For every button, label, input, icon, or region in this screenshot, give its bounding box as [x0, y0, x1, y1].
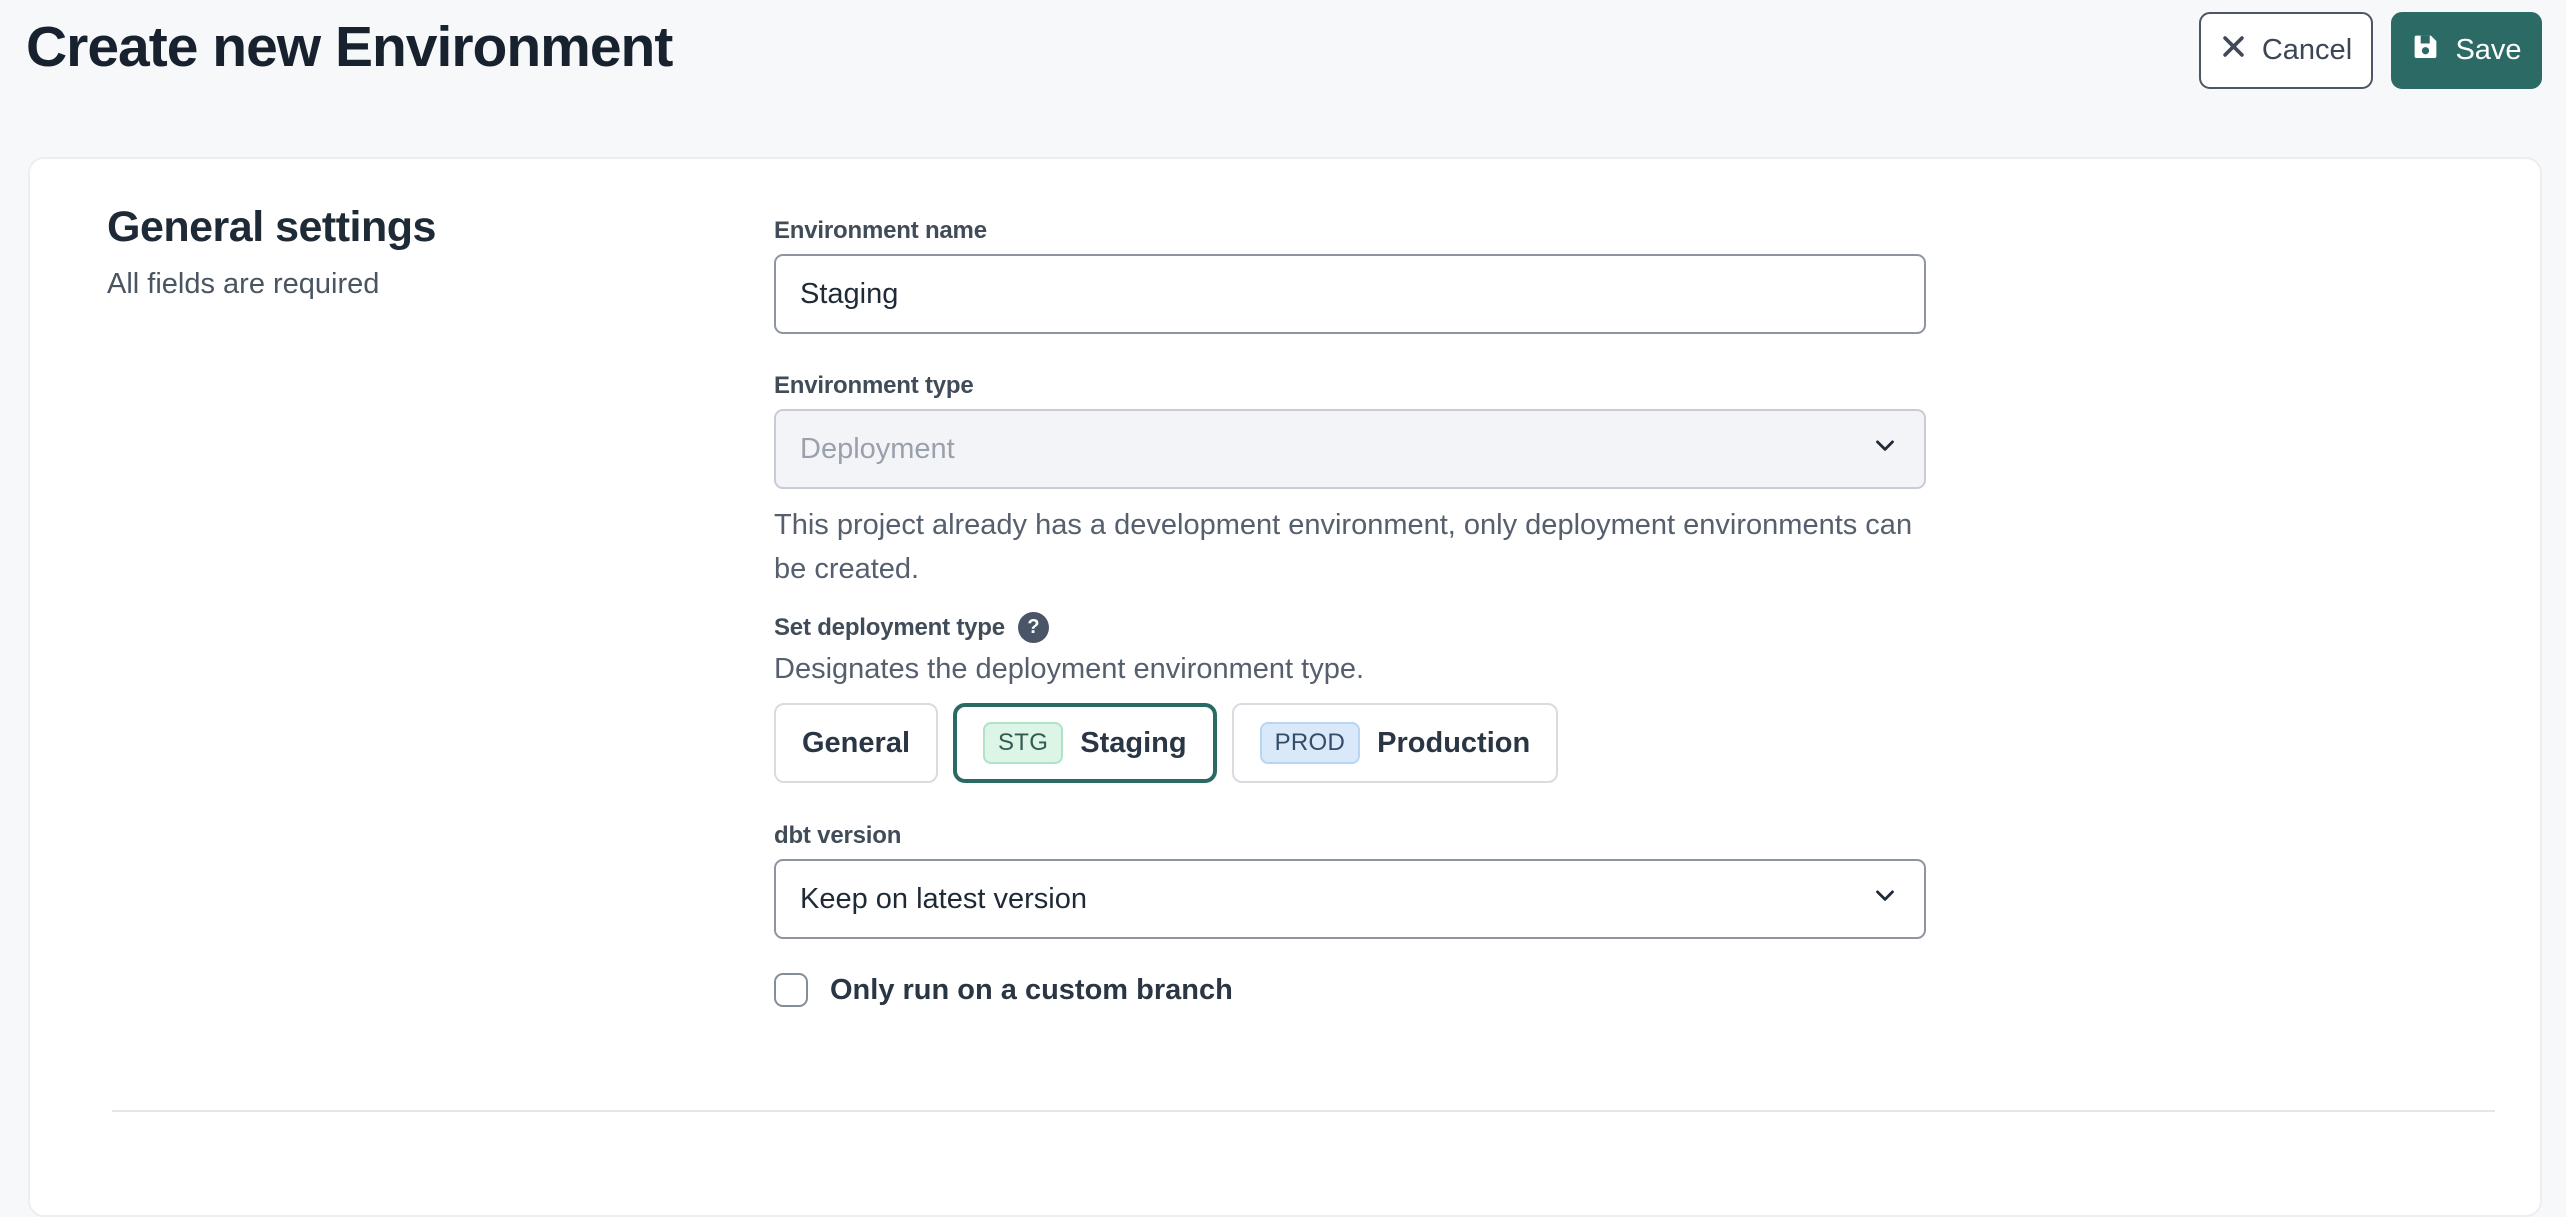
form-column: Environment name Environment type Deploy… — [774, 217, 1926, 1007]
section-divider — [112, 1110, 2495, 1112]
dbt-version-value: Keep on latest version — [800, 883, 1087, 916]
cancel-button[interactable]: Cancel — [2199, 12, 2373, 89]
header-actions: Cancel Save — [2199, 12, 2542, 89]
deployment-type-option-general-label: General — [802, 727, 910, 760]
save-icon — [2411, 32, 2440, 69]
deployment-type-label: Set deployment type — [774, 614, 1005, 642]
deployment-type-option-staging[interactable]: STG Staging — [953, 703, 1217, 783]
page-title: Create new Environment — [26, 14, 672, 80]
section-subtitle: All fields are required — [107, 268, 727, 301]
custom-branch-label: Only run on a custom branch — [830, 974, 1233, 1007]
chevron-down-icon — [1870, 880, 1900, 918]
save-button-label: Save — [2455, 34, 2521, 67]
deployment-type-option-staging-label: Staging — [1080, 727, 1186, 760]
custom-branch-checkbox[interactable] — [774, 973, 808, 1007]
custom-branch-row: Only run on a custom branch — [774, 973, 1926, 1007]
deployment-type-description: Designates the deployment environment ty… — [774, 653, 1926, 686]
chevron-down-icon — [1870, 430, 1900, 468]
help-icon[interactable]: ? — [1018, 612, 1049, 643]
prod-badge: PROD — [1260, 722, 1361, 764]
environment-name-label: Environment name — [774, 217, 1926, 245]
section-intro: General settings All fields are required — [107, 203, 727, 301]
stg-badge: STG — [983, 722, 1063, 764]
deployment-type-option-production-label: Production — [1377, 727, 1530, 760]
section-title: General settings — [107, 203, 727, 252]
deployment-type-label-row: Set deployment type ? — [774, 612, 1926, 643]
deployment-type-option-production[interactable]: PROD Production — [1232, 703, 1559, 783]
general-settings-card: General settings All fields are required… — [28, 157, 2542, 1217]
deployment-type-options: General STG Staging PROD Production — [774, 703, 1926, 783]
save-button[interactable]: Save — [2391, 12, 2542, 89]
environment-type-select[interactable]: Deployment — [774, 409, 1926, 489]
dbt-version-select[interactable]: Keep on latest version — [774, 859, 1926, 939]
environment-name-input[interactable] — [774, 254, 1926, 334]
environment-type-label: Environment type — [774, 372, 1926, 400]
environment-type-helper: This project already has a development e… — [774, 503, 1934, 591]
environment-type-value: Deployment — [800, 433, 955, 466]
close-icon — [2220, 33, 2247, 68]
dbt-version-label: dbt version — [774, 822, 1926, 850]
deployment-type-option-general[interactable]: General — [774, 703, 938, 783]
cancel-button-label: Cancel — [2262, 34, 2352, 67]
